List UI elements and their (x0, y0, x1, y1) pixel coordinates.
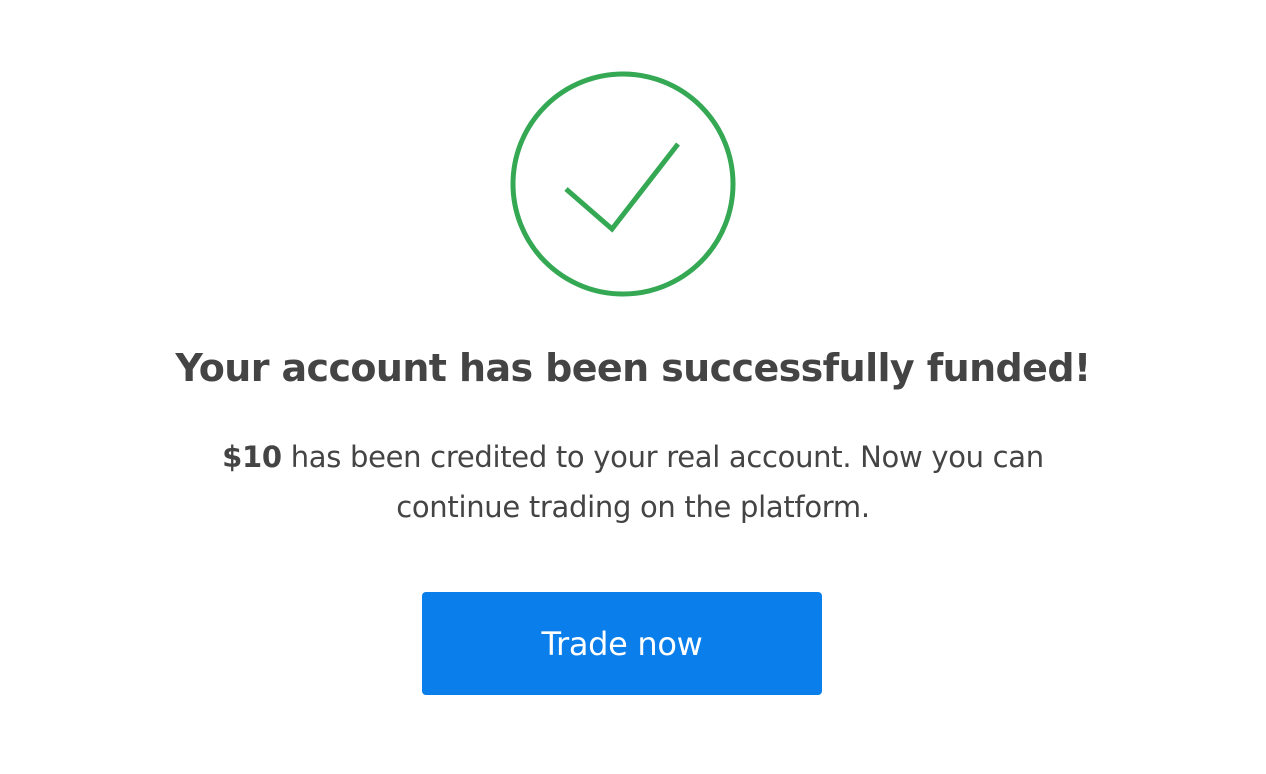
success-title: Your account has been successfully funde… (175, 346, 1091, 390)
trade-now-button[interactable]: Trade now (422, 592, 822, 695)
success-circle (510, 71, 736, 297)
success-message: $10 has been credited to your real accou… (183, 432, 1083, 532)
success-message-text: has been credited to your real account. … (281, 440, 1044, 524)
checkmark-circle-icon (509, 70, 737, 298)
checkmark-stroke (564, 142, 680, 233)
credited-amount: $10 (222, 440, 282, 474)
